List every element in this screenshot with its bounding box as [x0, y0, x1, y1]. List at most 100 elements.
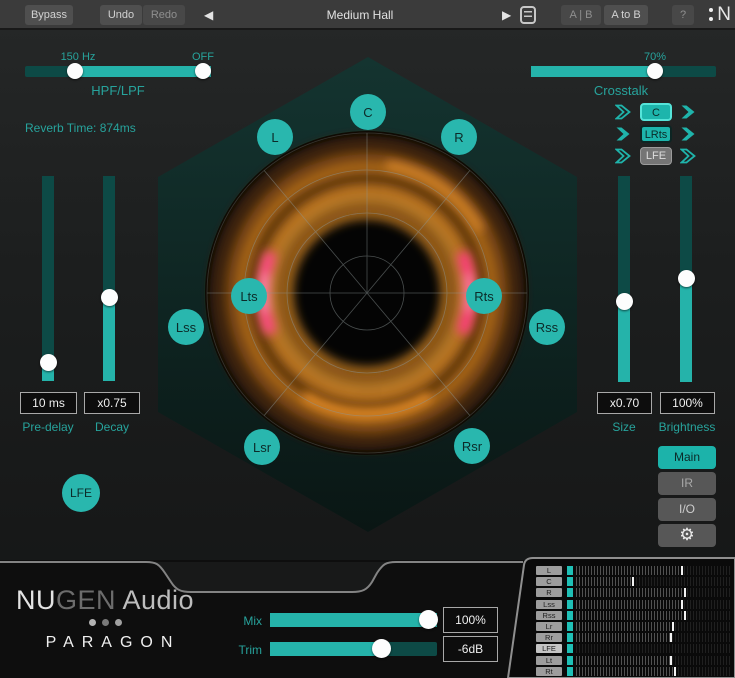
tab-io[interactable]: I/O [658, 498, 716, 521]
route-lrts-button[interactable]: LRts [640, 125, 672, 143]
meter-label: LFE [536, 644, 562, 653]
meter-level-bar [567, 656, 573, 665]
route-c-button[interactable]: C [640, 103, 672, 121]
decay-label: Decay [72, 420, 152, 434]
mix-handle[interactable] [419, 610, 438, 629]
meter-track [576, 644, 730, 653]
reverb-time-readout: Reverb Time: 874ms [25, 121, 136, 135]
route-in-lrts-chevron-icon[interactable] [615, 126, 632, 142]
meter-label: R [536, 588, 562, 597]
predelay-handle[interactable] [40, 354, 57, 371]
meter-peak-indicator [681, 566, 683, 575]
tab-main[interactable]: Main [658, 446, 716, 469]
crosstalk-handle[interactable] [647, 63, 663, 79]
meter-peak-indicator [681, 600, 683, 609]
meter-label: C [536, 577, 562, 586]
route-out-lrts-chevron-icon[interactable] [680, 126, 697, 142]
meter-peak-indicator [672, 622, 674, 631]
meter-row: Rt [536, 667, 731, 676]
nugen-audio-wordmark: NUGEN Audio [15, 585, 195, 616]
meter-level-bar [567, 622, 573, 631]
meter-level-bar [567, 633, 573, 642]
meter-track [576, 588, 730, 597]
brightness-value[interactable]: 100% [660, 392, 715, 414]
speaker-r[interactable]: R [441, 119, 477, 155]
route-in-lfe-chevron-icon[interactable] [615, 148, 632, 164]
meter-track [576, 667, 730, 676]
decay-handle[interactable] [101, 289, 118, 306]
speaker-lsr[interactable]: Lsr [244, 429, 280, 465]
size-fader[interactable] [618, 176, 630, 382]
speaker-l[interactable]: L [257, 119, 293, 155]
hpf-lpf-label: HPF/LPF [60, 83, 176, 98]
paragon-plugin-window: Bypass Undo Redo ◀ Medium Hall ▶ A | B A… [0, 0, 735, 678]
crosstalk-value: 70% [630, 51, 680, 63]
meter-peak-indicator [670, 656, 672, 665]
meter-track [576, 611, 730, 620]
meter-peak-indicator [670, 633, 672, 642]
meter-track [576, 577, 730, 586]
predelay-value[interactable]: 10 ms [20, 392, 77, 414]
product-name: PARAGON [15, 634, 203, 652]
meter-track [576, 600, 730, 609]
lpf-value: OFF [183, 51, 223, 63]
meter-row: L [536, 566, 731, 575]
hpf-value: 150 Hz [50, 51, 106, 63]
size-value[interactable]: x0.70 [597, 392, 652, 414]
meter-row: R [536, 588, 731, 597]
meter-level-bar [567, 600, 573, 609]
size-handle[interactable] [616, 293, 633, 310]
meter-track [576, 622, 730, 631]
speaker-c[interactable]: C [350, 94, 386, 130]
trim-handle[interactable] [372, 639, 391, 658]
brand-dots [15, 619, 195, 626]
predelay-fader[interactable] [42, 176, 54, 381]
meter-label: Rr [536, 633, 562, 642]
meter-row: Rr [536, 633, 731, 642]
lpf-handle[interactable] [195, 63, 211, 79]
hpf-lpf-slider[interactable] [25, 66, 211, 77]
gear-icon: ⚙ [679, 525, 694, 544]
meter-label: Rss [536, 611, 562, 620]
route-out-lfe-chevron-icon[interactable] [680, 148, 697, 164]
decay-value[interactable]: x0.75 [84, 392, 140, 414]
speaker-lss[interactable]: Lss [168, 309, 204, 345]
speaker-rts[interactable]: Rts [466, 278, 502, 314]
tab-ir[interactable]: IR [658, 472, 716, 495]
meter-level-bar [567, 566, 573, 575]
crosstalk-label: Crosstalk [580, 83, 662, 98]
meter-level-bar [567, 644, 573, 653]
meter-row: Rss [536, 611, 731, 620]
decay-fader[interactable] [103, 176, 115, 381]
route-out-c-chevron-icon[interactable] [680, 104, 697, 120]
mix-slider[interactable] [270, 613, 437, 627]
trim-slider[interactable] [270, 642, 437, 656]
crosstalk-slider[interactable] [531, 66, 716, 77]
mix-label: Mix [222, 614, 262, 628]
meter-peak-indicator [674, 667, 676, 676]
speaker-rss[interactable]: Rss [529, 309, 565, 345]
meter-row: C [536, 577, 731, 586]
meter-peak-indicator [632, 577, 634, 586]
meter-row: Lt [536, 656, 731, 665]
meter-peak-indicator [684, 588, 686, 597]
trim-label: Trim [222, 643, 262, 657]
route-lfe-button[interactable]: LFE [640, 147, 672, 165]
meter-row: Lss [536, 600, 731, 609]
meter-label: Rt [536, 667, 562, 676]
meter-track [576, 566, 730, 575]
meter-level-bar [567, 611, 573, 620]
speaker-lts[interactable]: Lts [231, 278, 267, 314]
settings-button[interactable]: ⚙ [658, 524, 716, 547]
meter-row: Lr [536, 622, 731, 631]
brightness-handle[interactable] [678, 270, 695, 287]
speaker-lfe[interactable]: LFE [62, 474, 100, 512]
hpf-handle[interactable] [67, 63, 83, 79]
meter-label: L [536, 566, 562, 575]
meter-track [576, 633, 730, 642]
meter-label: Lss [536, 600, 562, 609]
speaker-rsr[interactable]: Rsr [454, 428, 490, 464]
meter-track [576, 656, 730, 665]
route-in-c-chevron-icon[interactable] [615, 104, 632, 120]
meter-level-bar [567, 588, 573, 597]
